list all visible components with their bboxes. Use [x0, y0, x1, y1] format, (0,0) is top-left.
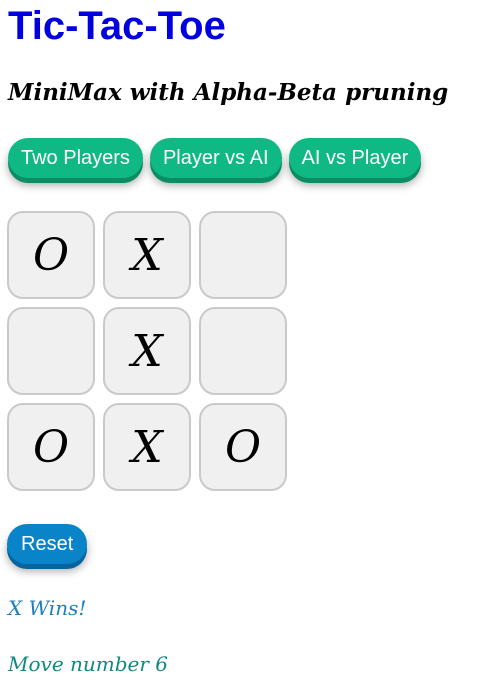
mode-selector: Two Players Player vs AI AI vs Player: [8, 138, 422, 178]
board-cell-3[interactable]: [199, 211, 287, 299]
board-cell-6[interactable]: [199, 307, 287, 395]
game-board: O X X O X O: [7, 211, 287, 491]
board-cell-7[interactable]: O: [7, 403, 95, 491]
ai-vs-player-button[interactable]: AI vs Player: [288, 138, 422, 178]
board-cell-9[interactable]: O: [199, 403, 287, 491]
board-cell-5[interactable]: X: [103, 307, 191, 395]
page-subtitle: MiniMax with Alpha-Beta pruning: [8, 79, 449, 106]
two-players-button[interactable]: Two Players: [8, 138, 143, 178]
page-title: Tic-Tac-Toe: [8, 4, 226, 48]
move-counter: Move number 6: [8, 652, 169, 676]
board-cell-8[interactable]: X: [103, 403, 191, 491]
player-vs-ai-button[interactable]: Player vs AI: [149, 138, 282, 178]
board-cell-2[interactable]: X: [103, 211, 191, 299]
reset-button[interactable]: Reset: [7, 524, 88, 564]
board-cell-1[interactable]: O: [7, 211, 95, 299]
game-result-text: X Wins!: [8, 596, 87, 620]
board-cell-4[interactable]: [7, 307, 95, 395]
